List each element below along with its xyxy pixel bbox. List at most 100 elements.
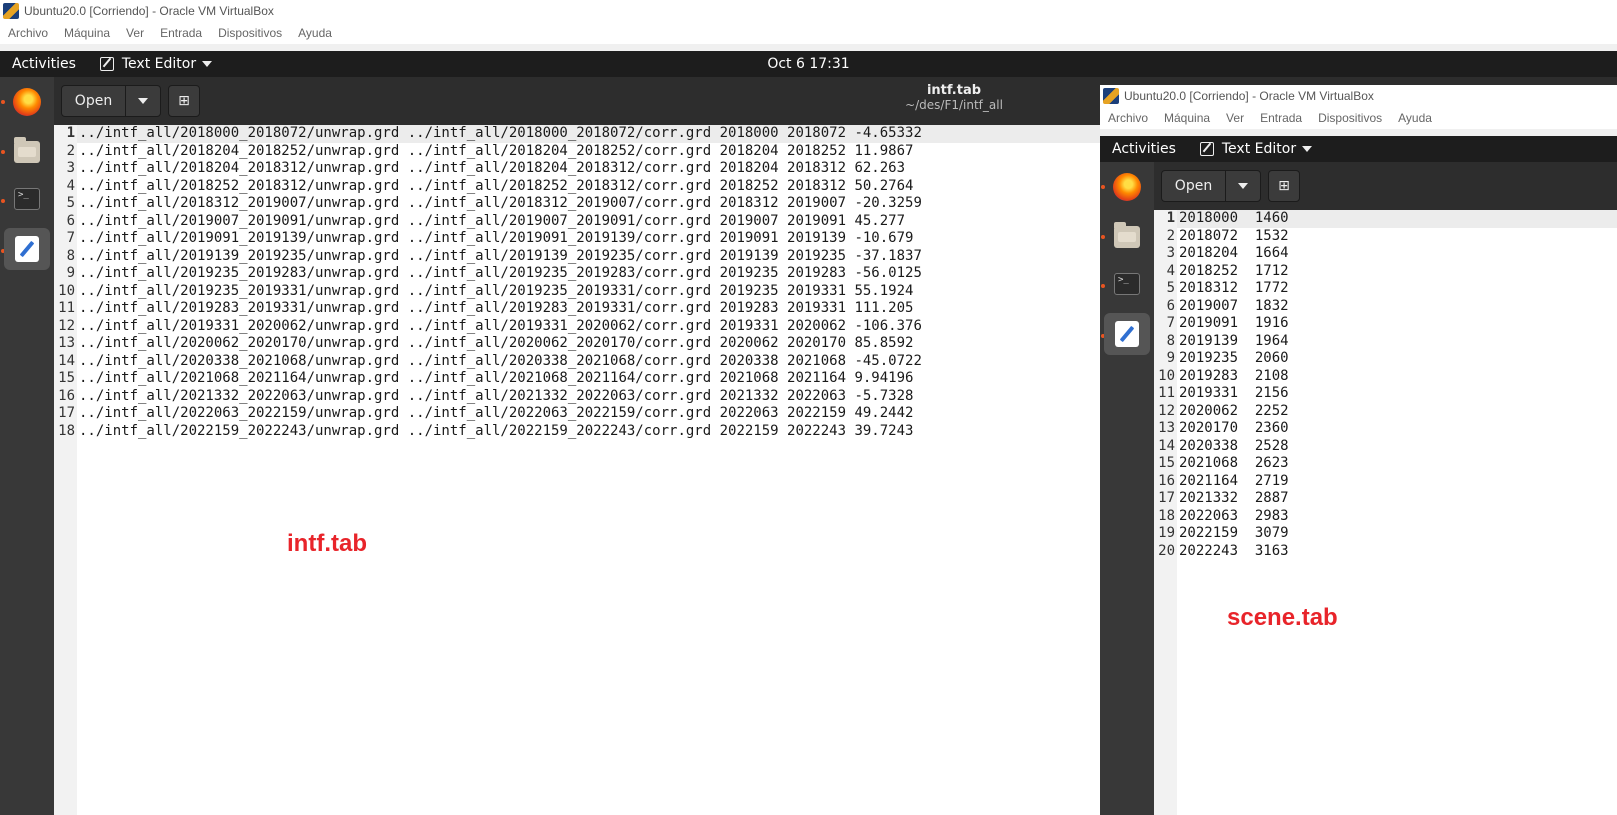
vbox-menu-dispositivos[interactable]: Dispositivos (1318, 111, 1382, 125)
open-button-group: Open (61, 85, 161, 117)
line-number: 11 (1158, 385, 1175, 401)
text-editor-icon (15, 236, 39, 262)
app-menu-label: Text Editor (121, 56, 197, 72)
text-line[interactable]: 2022243 3163 (1177, 543, 1617, 561)
vbox-menu-ayuda[interactable]: Ayuda (298, 26, 332, 40)
line-number: 17 (58, 405, 75, 421)
open-button[interactable]: Open (1162, 171, 1226, 201)
open-dropdown-button[interactable] (126, 86, 160, 116)
document-title: intf.tab ~/des/F1/intf_all (894, 83, 1014, 112)
line-number: 3 (1166, 245, 1175, 261)
text-line[interactable]: 2019091 1916 (1177, 315, 1617, 333)
files-icon (14, 137, 40, 163)
app-menu-button[interactable]: Text Editor (88, 56, 213, 72)
app-menu-label: Text Editor (1221, 141, 1297, 157)
text-line[interactable]: 2020062 2252 (1177, 403, 1617, 421)
text-line[interactable]: 2018252 1712 (1177, 263, 1617, 281)
dock-terminal[interactable]: >_ (1104, 263, 1150, 305)
open-button[interactable]: Open (62, 86, 126, 116)
vbox-menu-archivo[interactable]: Archivo (8, 26, 48, 40)
dock-firefox[interactable] (4, 81, 50, 123)
line-number: 12 (58, 317, 75, 334)
vbox-menu-maquina[interactable]: Máquina (64, 26, 110, 40)
vbox-menu-entrada[interactable]: Entrada (1260, 111, 1302, 125)
text-line[interactable]: 2022159 3079 (1177, 525, 1617, 543)
line-number: 1 (66, 125, 75, 141)
clock[interactable]: Oct 6 17:31 (767, 56, 849, 72)
vbox-menu-maquina[interactable]: Máquina (1164, 111, 1210, 125)
virtualbox-logo-icon (3, 3, 19, 19)
text-line[interactable]: 2020338 2528 (1177, 438, 1617, 456)
chevron-down-icon (202, 61, 213, 67)
text-line[interactable]: 2019139 1964 (1177, 333, 1617, 351)
line-number: 10 (58, 282, 75, 299)
line-number: 3 (66, 160, 75, 176)
new-tab-button[interactable]: ⊞ (168, 85, 200, 117)
annotation-intf-tab: intf.tab (287, 530, 367, 557)
terminal-icon: >_ (1114, 273, 1140, 295)
new-tab-icon: ⊞ (178, 93, 190, 109)
vbox-titlebar[interactable]: Ubuntu20.0 [Corriendo] - Oracle VM Virtu… (0, 0, 1617, 22)
vbox-title-text: Ubuntu20.0 [Corriendo] - Oracle VM Virtu… (24, 4, 274, 18)
text-editor-area[interactable]: 1 2 3 4 5 6 7 8 9 10 11 12 13 14 15 16 17 18 19 20 2018000 … (1154, 210, 1617, 815)
vbox-titlebar[interactable]: Ubuntu20.0 [Corriendo] - Oracle VM Virtu… (1100, 85, 1617, 107)
dock: >_ (1100, 162, 1154, 815)
line-number: 18 (1158, 507, 1175, 524)
vbox-menubar: Archivo Máquina Ver Entrada Dispositivos… (0, 22, 1617, 44)
line-number: 13 (58, 335, 75, 351)
new-tab-button[interactable]: ⊞ (1268, 170, 1300, 202)
text-line[interactable]: 2020170 2360 (1177, 420, 1617, 438)
text-line[interactable]: 2019007 1832 (1177, 298, 1617, 316)
line-number: 17 (1158, 490, 1175, 506)
text-line[interactable]: 2021164 2719 (1177, 473, 1617, 491)
app-menu-button[interactable]: Text Editor (1188, 141, 1313, 157)
text-line[interactable]: 2018000 1460 (1177, 210, 1617, 228)
line-number: 15 (1158, 455, 1175, 471)
line-number: 14 (58, 352, 75, 369)
text-editor-icon (1199, 142, 1214, 156)
line-number-gutter: 1 2 3 4 5 6 7 8 9 10 11 12 13 14 15 16 17 18 (54, 125, 77, 815)
chevron-down-icon (138, 98, 148, 104)
line-number: 1 (1166, 210, 1175, 226)
line-number: 13 (1158, 420, 1175, 436)
open-dropdown-button[interactable] (1226, 171, 1260, 201)
line-number: 4 (1166, 262, 1175, 279)
vbox-menu-entrada[interactable]: Entrada (160, 26, 202, 40)
text-line[interactable]: 2018072 1532 (1177, 228, 1617, 246)
text-line[interactable]: 2018204 1664 (1177, 245, 1617, 263)
vbox-menubar: Archivo Máquina Ver Entrada Dispositivos… (1100, 107, 1617, 129)
line-number: 2 (1166, 227, 1175, 244)
dock-firefox[interactable] (1104, 166, 1150, 208)
dock-files[interactable] (1104, 216, 1150, 258)
terminal-icon: >_ (14, 188, 40, 210)
dock-files[interactable] (4, 131, 50, 173)
text-line[interactable]: 2019283 2108 (1177, 368, 1617, 386)
text-line[interactable]: 2021332 2887 (1177, 490, 1617, 508)
text-line[interactable]: 2021068 2623 (1177, 455, 1617, 473)
line-number: 9 (1166, 350, 1175, 366)
code-view[interactable]: 2018000 1460 2018072 1532 2018204 1664 2018… (1177, 210, 1617, 815)
line-number: 5 (1166, 280, 1175, 296)
line-number: 16 (1158, 472, 1175, 489)
dock-text-editor[interactable] (4, 228, 50, 270)
text-line[interactable]: 2019331 2156 (1177, 385, 1617, 403)
ubuntu-top-bar: Activities Text Editor (1100, 136, 1617, 162)
vbox-title-text: Ubuntu20.0 [Corriendo] - Oracle VM Virtu… (1124, 89, 1374, 103)
firefox-icon (13, 88, 41, 116)
vbox-menu-ver[interactable]: Ver (1226, 111, 1244, 125)
text-line[interactable]: 2019235 2060 (1177, 350, 1617, 368)
dock-terminal[interactable]: >_ (4, 178, 50, 220)
activities-button[interactable]: Activities (0, 56, 88, 72)
vbox-menu-archivo[interactable]: Archivo (1108, 111, 1148, 125)
vbox-menu-ver[interactable]: Ver (126, 26, 144, 40)
activities-button[interactable]: Activities (1100, 141, 1188, 157)
dock-text-editor[interactable] (1104, 313, 1150, 355)
vbox-menu-dispositivos[interactable]: Dispositivos (218, 26, 282, 40)
line-number: 14 (1158, 437, 1175, 454)
text-line[interactable]: 2022063 2983 (1177, 508, 1617, 526)
text-line[interactable]: 2018312 1772 (1177, 280, 1617, 298)
vbox-menu-ayuda[interactable]: Ayuda (1398, 111, 1432, 125)
editor-headerbar: Open ⊞ (1154, 162, 1617, 210)
line-number: 15 (58, 370, 75, 386)
files-icon (1114, 222, 1140, 248)
